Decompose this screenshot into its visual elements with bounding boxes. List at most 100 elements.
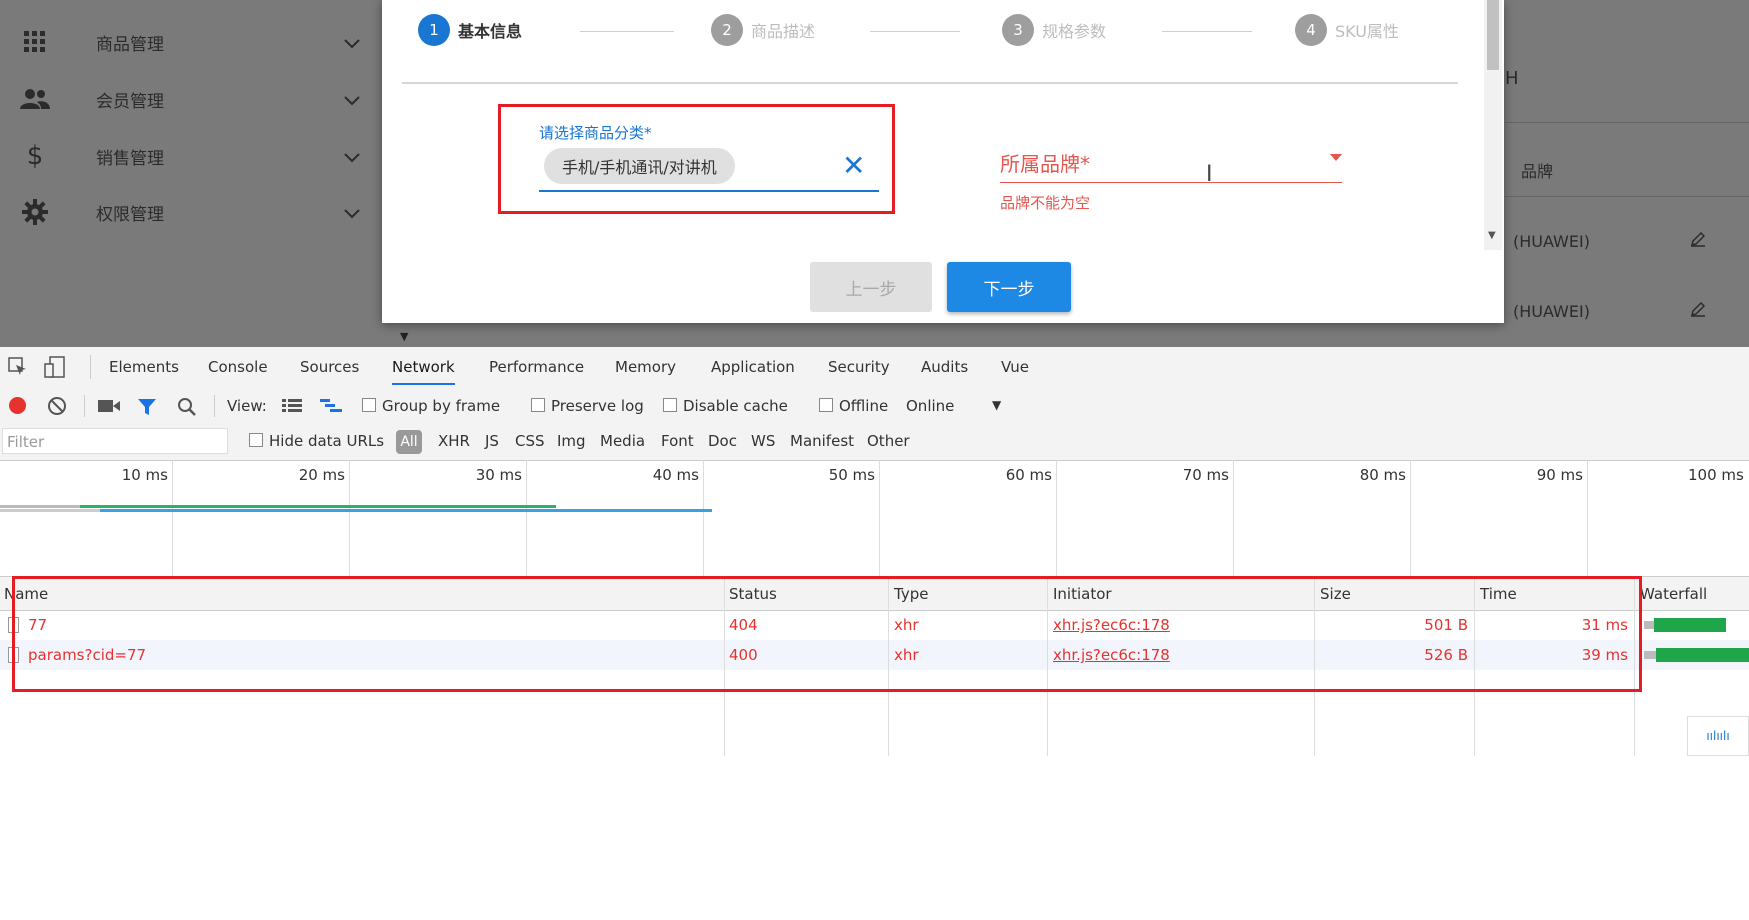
sidebar-item-permission[interactable]: 权限管理 [0, 192, 380, 232]
next-step-button[interactable]: 下一步 [947, 262, 1071, 312]
filter-input[interactable]: Filter [2, 428, 228, 454]
filter-icon[interactable] [137, 398, 157, 420]
filter-type-img[interactable]: Img [557, 432, 586, 450]
inspect-element-icon[interactable] [8, 357, 28, 381]
tab-security[interactable]: Security [828, 358, 890, 376]
checkbox-label: Group by frame [382, 397, 501, 415]
search-icon[interactable] [177, 397, 197, 421]
preserve-log-checkbox[interactable]: Preserve log [531, 397, 644, 415]
step-sku[interactable]: 4 SKU属性 [1295, 14, 1399, 46]
waterfall-view-icon[interactable] [320, 399, 342, 417]
timeline-tick-label: 10 ms [121, 466, 168, 484]
step-spec-params[interactable]: 3 规格参数 [1002, 14, 1106, 46]
tab-audits[interactable]: Audits [921, 358, 968, 376]
step-number: 4 [1295, 14, 1327, 46]
scroll-down-icon[interactable]: ▼ [1488, 230, 1496, 241]
devtools-panel: Elements Console Sources Network Perform… [0, 347, 1749, 756]
hide-data-urls-checkbox[interactable]: Hide data URLs [249, 432, 384, 450]
step-number: 1 [418, 14, 450, 46]
category-label: 请选择商品分类* [539, 124, 652, 142]
sidebar-item-sales[interactable]: $ 销售管理 [0, 136, 380, 176]
step-number: 3 [1002, 14, 1034, 46]
clear-icon[interactable] [47, 396, 67, 420]
filter-type-other[interactable]: Other [867, 432, 910, 450]
brand-select-label[interactable]: 所属品牌* [1000, 148, 1090, 177]
divider [90, 355, 91, 379]
sidebar: 商品管理 会员管理 $ 销售管理 权限管理 [0, 0, 380, 347]
filter-type-media[interactable]: Media [600, 432, 645, 450]
step-label: 基本信息 [458, 22, 523, 41]
divider [1505, 196, 1749, 197]
step-number: 2 [711, 14, 743, 46]
chevron-down-icon [344, 91, 360, 111]
checkbox-label: Disable cache [683, 397, 788, 415]
requests-table: Name Status Type Initiator Size Time Wat… [0, 576, 1749, 756]
timeline-tick-label: 60 ms [1005, 466, 1052, 484]
filter-type-xhr[interactable]: XHR [438, 432, 470, 450]
background-table: H 品牌 (HUAWEI) (HUAWEI) [1505, 0, 1749, 347]
edit-icon[interactable] [1689, 230, 1707, 252]
scrollbar-thumb[interactable] [1487, 0, 1499, 70]
group-by-frame-checkbox[interactable]: Group by frame [362, 397, 500, 415]
tab-console[interactable]: Console [208, 358, 268, 376]
timeline-tick-label: 50 ms [828, 466, 875, 484]
filter-type-js[interactable]: JS [485, 432, 499, 450]
tab-application[interactable]: Application [711, 358, 795, 376]
sidebar-item-member[interactable]: 会员管理 [0, 79, 380, 119]
edit-icon[interactable] [1689, 300, 1707, 322]
checkbox-label: Offline [839, 397, 889, 415]
prev-step-button[interactable]: 上一步 [810, 262, 932, 312]
filter-type-css[interactable]: CSS [515, 432, 545, 450]
people-icon [20, 84, 50, 114]
tab-memory[interactable]: Memory [615, 358, 676, 376]
step-label: 商品描述 [751, 22, 816, 41]
checkbox-label: Preserve log [551, 397, 644, 415]
chevron-down-icon [344, 148, 360, 168]
form-area: 请选择商品分类* 手机/手机通讯/对讲机 ✕ 所属品牌* 品牌不能为空 I [402, 84, 1458, 249]
timeline-tick-label: 80 ms [1359, 466, 1406, 484]
category-underline [539, 190, 879, 192]
tab-sources[interactable]: Sources [300, 358, 359, 376]
filter-type-all[interactable]: All [396, 430, 422, 454]
tab-elements[interactable]: Elements [109, 358, 179, 376]
device-toolbar-icon[interactable] [44, 356, 66, 382]
timeline-tick-label: 90 ms [1536, 466, 1583, 484]
watermark-logo: ıılıılı [1687, 716, 1749, 756]
clear-icon[interactable]: ✕ [842, 148, 865, 184]
filter-bar: Filter Hide data URLs All XHR JS CSS Img… [0, 424, 1749, 461]
throttle-value: Online [906, 397, 955, 415]
divider [1505, 122, 1749, 123]
filter-type-manifest[interactable]: Manifest [790, 432, 854, 450]
tab-performance[interactable]: Performance [489, 358, 584, 376]
stepper: 1 基本信息 2 商品描述 3 规格参数 4 SKU属性 [402, 0, 1458, 84]
timeline-bar [100, 509, 712, 512]
large-rows-icon[interactable] [282, 399, 302, 417]
disable-cache-checkbox[interactable]: Disable cache [663, 397, 788, 415]
tab-vue[interactable]: Vue [1001, 358, 1029, 376]
filter-type-ws[interactable]: WS [751, 432, 775, 450]
waterfall-bar [1654, 618, 1726, 632]
sidebar-item-label: 会员管理 [96, 91, 164, 112]
record-icon[interactable] [9, 397, 26, 414]
dialog-scrollbar[interactable]: ▼ [1484, 0, 1502, 250]
step-connector [580, 31, 674, 32]
column-header-waterfall[interactable]: Waterfall [1640, 585, 1707, 603]
filter-type-doc[interactable]: Doc [708, 432, 737, 450]
gear-icon [20, 197, 50, 227]
brand-underline [1000, 182, 1342, 183]
dollar-icon: $ [26, 141, 44, 171]
offline-checkbox[interactable]: Offline [819, 397, 888, 415]
screenshot-icon[interactable] [98, 399, 120, 417]
divider [84, 395, 85, 417]
step-basic-info[interactable]: 1 基本信息 [418, 14, 522, 46]
throttle-select[interactable]: Online [906, 397, 954, 415]
dropdown-arrow-icon[interactable] [1330, 154, 1342, 161]
timeline-tick-label: 70 ms [1182, 466, 1229, 484]
sidebar-item-product[interactable]: 商品管理 [0, 22, 380, 62]
waterfall-bar [1656, 648, 1749, 662]
dropdown-arrow-icon[interactable]: ▼ [992, 398, 1001, 412]
tab-network[interactable]: Network [392, 358, 455, 385]
category-chip[interactable]: 手机/手机通讯/对讲机 [544, 148, 735, 184]
filter-type-font[interactable]: Font [661, 432, 694, 450]
step-description[interactable]: 2 商品描述 [711, 14, 815, 46]
